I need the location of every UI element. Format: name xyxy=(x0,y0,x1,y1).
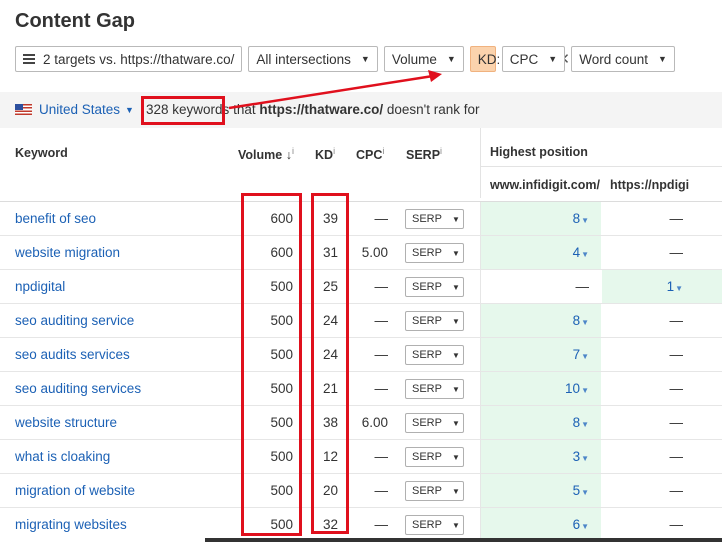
bottom-edge xyxy=(205,538,722,542)
annotation-arrow xyxy=(228,70,442,110)
